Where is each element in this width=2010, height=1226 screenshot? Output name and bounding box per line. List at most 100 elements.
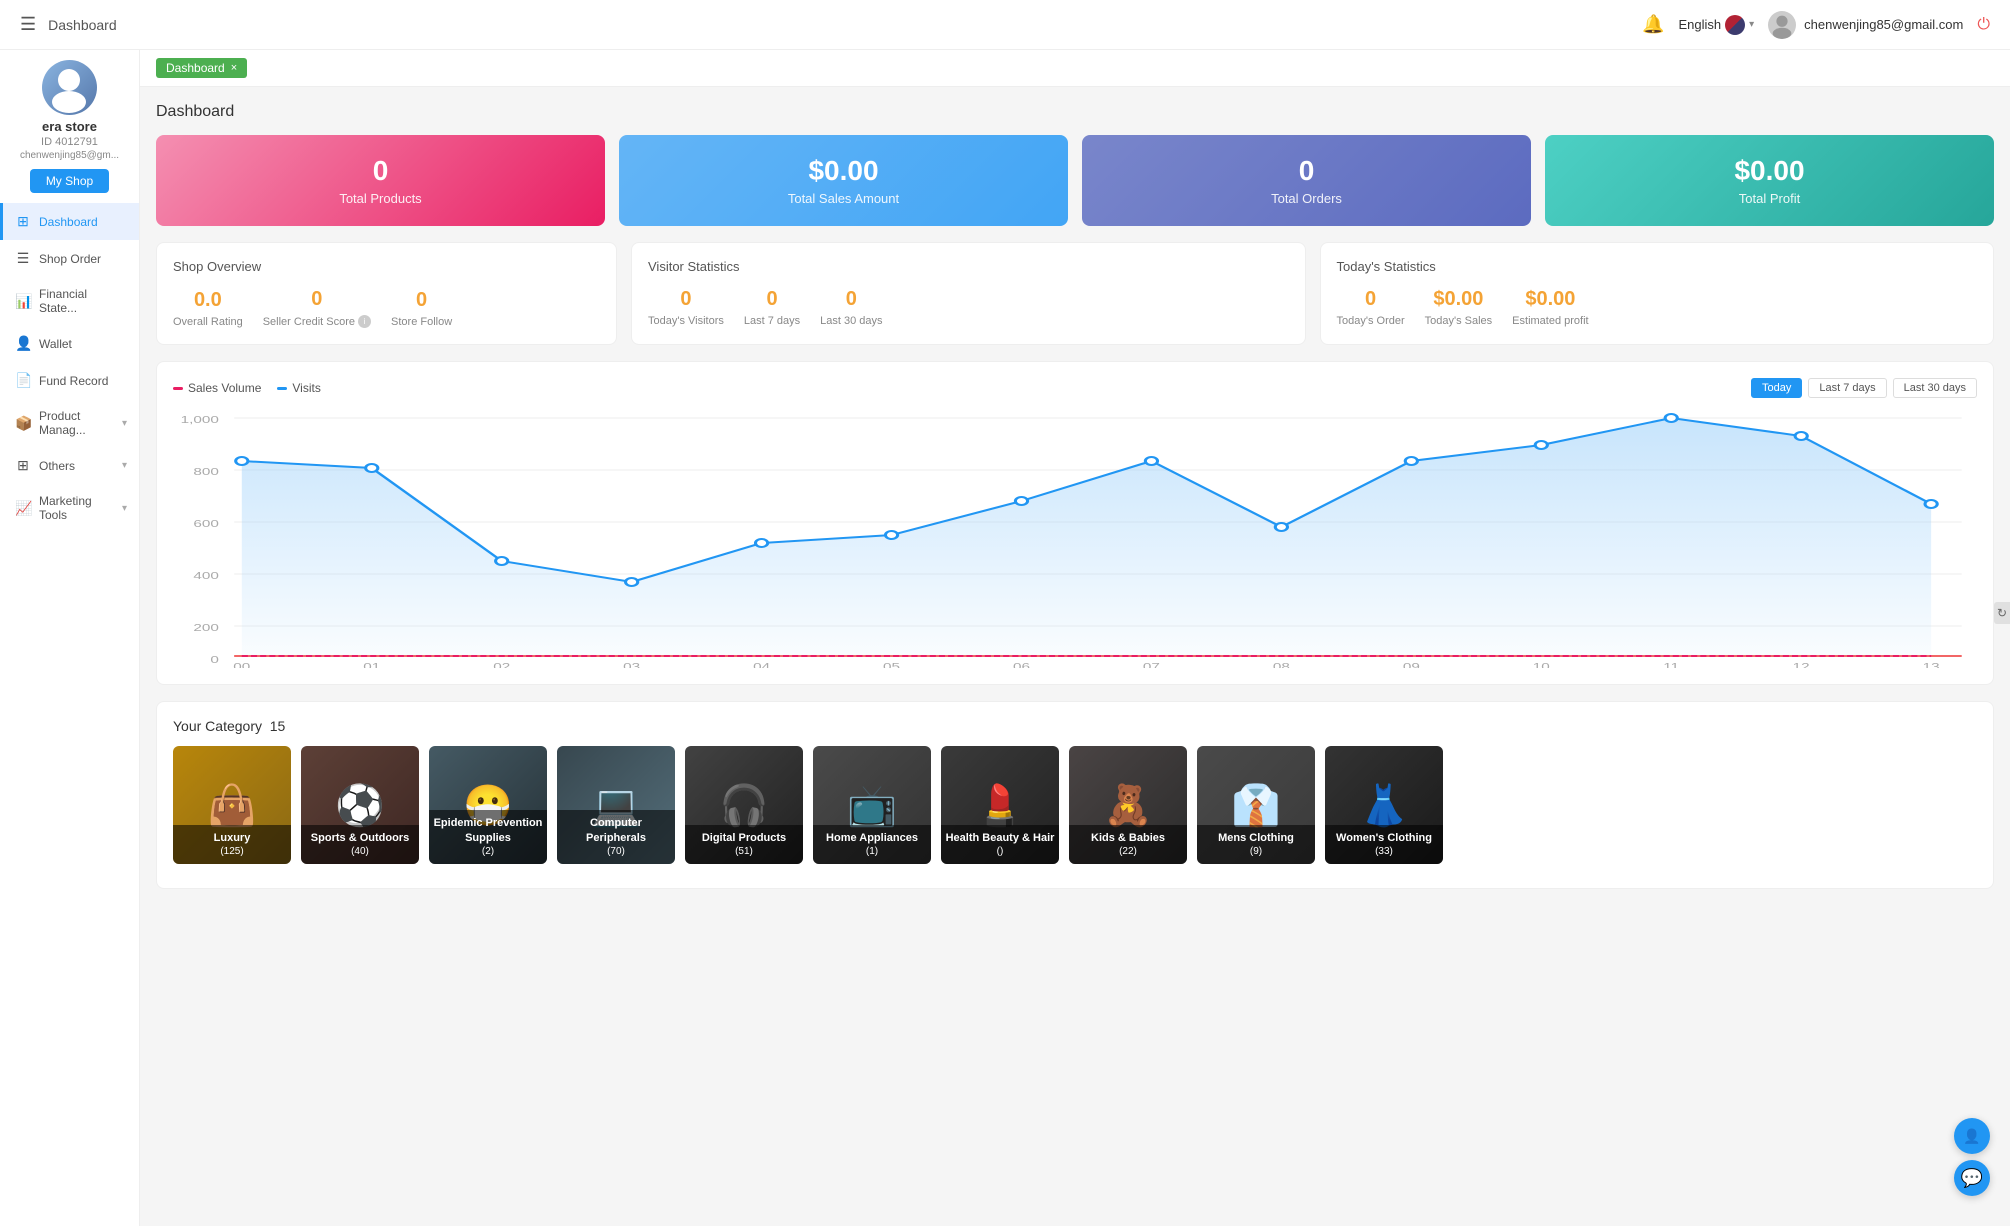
category-title: Your Category 15	[173, 718, 1977, 734]
financial-icon: 📊	[15, 293, 31, 310]
last30-label: Last 30 days	[820, 315, 882, 327]
sidebar-item-dashboard[interactable]: ⊞ Dashboard	[0, 203, 139, 240]
chat-bubble-primary[interactable]: 💬	[1954, 1160, 1990, 1196]
category-grid: 👜 Luxury (125) ⚽ S	[173, 746, 1443, 864]
store-email: chenwenjing85@gm...	[16, 150, 123, 161]
fund-record-icon: 📄	[15, 372, 31, 389]
language-selector[interactable]: English ▾	[1679, 15, 1755, 35]
category-card-health[interactable]: 💄 Health Beauty & Hair ()	[941, 746, 1059, 864]
stat-card-sales: $0.00 Total Sales Amount	[619, 135, 1068, 226]
category-overlay-computer: Computer Peripherals (70)	[557, 810, 675, 864]
category-card-epidemic[interactable]: 😷 Epidemic Prevention Supplies (2)	[429, 746, 547, 864]
sidebar-item-product-manag[interactable]: 📦 Product Manag... ▾	[0, 399, 139, 447]
hamburger-icon[interactable]: ☰	[20, 14, 36, 35]
category-card-sports[interactable]: ⚽ Sports & Outdoors (40)	[301, 746, 419, 864]
overall-rating-label: Overall Rating	[173, 316, 243, 328]
svg-text:200: 200	[193, 622, 219, 634]
svg-text:13: 13	[1923, 661, 1940, 668]
category-card-womens[interactable]: 👗 Women's Clothing (33)	[1325, 746, 1443, 864]
info-icon[interactable]: i	[358, 315, 371, 328]
category-card-appliances[interactable]: 📺 Home Appliances (1)	[813, 746, 931, 864]
category-card-computer[interactable]: 💻 Computer Peripherals (70)	[557, 746, 675, 864]
breadcrumb-label: Dashboard	[166, 61, 225, 75]
chart-btn-today[interactable]: Today	[1751, 378, 1802, 398]
category-card-mens[interactable]: 👔 Mens Clothing (9)	[1197, 746, 1315, 864]
svg-text:01: 01	[363, 661, 380, 668]
overall-rating-stat: 0.0 Overall Rating	[173, 289, 243, 328]
sidebar-item-fund-record[interactable]: 📄 Fund Record	[0, 362, 139, 399]
power-icon[interactable]: ⏻	[1977, 16, 1990, 34]
legend-sales: Sales Volume	[173, 381, 261, 395]
sidebar-item-others[interactable]: ⊞ Others ▾	[0, 447, 139, 484]
marketing-icon: 📈	[15, 500, 31, 517]
header-right: 🔔 English ▾ chenwenjing85@gmail.com ⏻	[1642, 11, 1990, 39]
today-order-stat: 0 Today's Order	[1337, 288, 1405, 327]
svg-text:08: 08	[1273, 661, 1290, 668]
legend-sales-dot	[173, 387, 183, 390]
category-overlay-appliances: Home Appliances (1)	[813, 825, 931, 864]
header-left: ☰ Dashboard	[20, 14, 117, 35]
sidebar-item-marketing[interactable]: 📈 Marketing Tools ▾	[0, 484, 139, 532]
svg-text:06: 06	[1013, 661, 1030, 668]
chart-btn-last30[interactable]: Last 30 days	[1893, 378, 1977, 398]
store-avatar	[42, 60, 97, 115]
visitor-stats-values: 0 Today's Visitors 0 Last 7 days 0 Last …	[648, 288, 1289, 327]
category-card-luxury[interactable]: 👜 Luxury (125)	[173, 746, 291, 864]
last7-label: Last 7 days	[744, 315, 800, 327]
total-orders-value: 0	[1299, 155, 1315, 187]
shop-overview-stats: 0.0 Overall Rating 0 Seller Credit Score…	[173, 288, 600, 328]
category-card-digital[interactable]: 🎧 Digital Products (51)	[685, 746, 803, 864]
sidebar-label-others: Others	[39, 459, 114, 473]
today-order-value: 0	[1337, 288, 1405, 311]
category-scroll[interactable]: 👜 Luxury (125) ⚽ S	[173, 746, 1977, 872]
svg-text:800: 800	[193, 466, 219, 478]
today-stats-values: 0 Today's Order $0.00 Today's Sales $0.0…	[1337, 288, 1978, 327]
store-name: era store	[42, 119, 97, 134]
sidebar-label-wallet: Wallet	[39, 337, 127, 351]
sidebar-item-shop-order[interactable]: ☰ Shop Order	[0, 240, 139, 277]
category-overlay-kids: Kids & Babies (22)	[1069, 825, 1187, 864]
estimated-profit-value: $0.00	[1512, 288, 1588, 311]
svg-text:0: 0	[210, 654, 219, 666]
today-sales-label: Today's Sales	[1425, 315, 1493, 327]
language-label: English	[1679, 17, 1722, 32]
sidebar-item-financial[interactable]: 📊 Financial State...	[0, 277, 139, 325]
seller-credit-value: 0	[263, 288, 371, 311]
category-overlay-luxury: Luxury (125)	[173, 825, 291, 864]
svg-text:07: 07	[1143, 661, 1160, 668]
chart-legend: Sales Volume Visits	[173, 381, 321, 395]
svg-text:11: 11	[1663, 661, 1679, 668]
category-overlay-epidemic: Epidemic Prevention Supplies (2)	[429, 810, 547, 864]
category-section: Your Category 15 👜 Luxury (125)	[156, 701, 1994, 889]
last30-stat: 0 Last 30 days	[820, 288, 882, 327]
dashboard-title: Dashboard	[156, 103, 1994, 121]
total-profit-value: $0.00	[1734, 155, 1804, 187]
breadcrumb-close-icon[interactable]: ×	[231, 62, 237, 74]
last30-value: 0	[820, 288, 882, 311]
last7-value: 0	[744, 288, 800, 311]
user-info[interactable]: chenwenjing85@gmail.com	[1768, 11, 1963, 39]
svg-text:10: 10	[1533, 661, 1550, 668]
bell-icon[interactable]: 🔔	[1642, 14, 1664, 35]
stat-cards-row: 0 Total Products $0.00 Total Sales Amoun…	[156, 135, 1994, 226]
chart-btn-last7[interactable]: Last 7 days	[1808, 378, 1886, 398]
chart-area: 1,000 800 600 400 200 0	[173, 408, 1977, 668]
chevron-product-icon: ▾	[122, 418, 127, 429]
sidebar-label-product-manag: Product Manag...	[39, 409, 114, 437]
svg-text:02: 02	[493, 661, 510, 668]
side-refresh-icon[interactable]: ↻	[1994, 602, 2010, 624]
legend-visits: Visits	[277, 381, 320, 395]
svg-text:400: 400	[193, 570, 219, 582]
svg-text:09: 09	[1403, 661, 1420, 668]
my-shop-button[interactable]: My Shop	[30, 169, 109, 193]
estimated-profit-stat: $0.00 Estimated profit	[1512, 288, 1588, 327]
chat-bubble-secondary[interactable]: 👤	[1954, 1118, 1990, 1154]
sidebar-item-wallet[interactable]: 👤 Wallet	[0, 325, 139, 362]
user-email: chenwenjing85@gmail.com	[1804, 17, 1963, 32]
today-visitors-label: Today's Visitors	[648, 315, 724, 327]
store-follow-value: 0	[391, 289, 452, 312]
chart-buttons: Today Last 7 days Last 30 days	[1751, 378, 1977, 398]
top-header: ☰ Dashboard 🔔 English ▾ chenwenjing85@gm…	[0, 0, 2010, 50]
chevron-down-icon: ▾	[1749, 19, 1754, 30]
category-card-kids[interactable]: 🧸 Kids & Babies (22)	[1069, 746, 1187, 864]
